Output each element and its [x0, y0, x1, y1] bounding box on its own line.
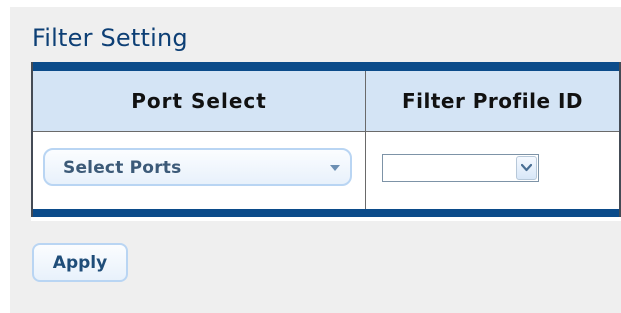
- filter-profile-id-header: Filter Profile ID: [366, 71, 619, 131]
- column-divider: [365, 71, 366, 209]
- port-select-header: Port Select: [33, 71, 365, 131]
- filter-setting-panel: Filter Setting Port Select Filter Profil…: [10, 7, 621, 313]
- filter-setting-table: Port Select Filter Profile ID Select Por…: [31, 62, 621, 221]
- table-bottom-border: [31, 209, 621, 217]
- filter-profile-id-select[interactable]: [382, 154, 539, 182]
- chevron-down-icon: [330, 165, 340, 171]
- row-divider: [33, 131, 619, 132]
- page-title: Filter Setting: [32, 24, 188, 52]
- table-top-border: [31, 62, 621, 71]
- dropdown-arrow-icon: [516, 156, 537, 180]
- apply-button[interactable]: Apply: [32, 243, 128, 282]
- port-select-dropdown[interactable]: Select Ports: [43, 148, 352, 186]
- port-select-value: Select Ports: [63, 158, 182, 178]
